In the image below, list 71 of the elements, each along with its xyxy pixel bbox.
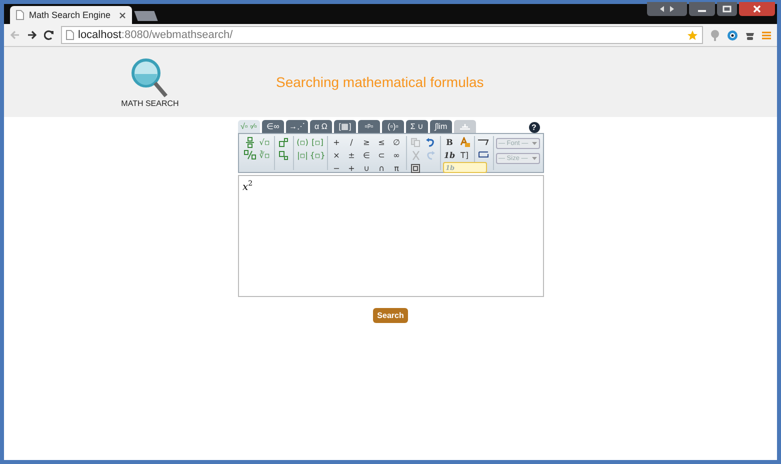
editor-tab[interactable]: ∫lim bbox=[430, 120, 452, 133]
symbol-button[interactable]: √▫ bbox=[258, 136, 272, 148]
reload-icon[interactable] bbox=[44, 30, 54, 40]
page-icon bbox=[66, 30, 74, 40]
redo-icon bbox=[426, 150, 435, 160]
symbol-button[interactable]: × bbox=[330, 149, 344, 161]
formula-text: x$^{2}$ bbox=[242, 182, 253, 194]
minimize-button[interactable] bbox=[689, 2, 715, 16]
framed-box-icon bbox=[411, 164, 420, 172]
undo-icon bbox=[426, 138, 435, 146]
scissors-icon bbox=[412, 150, 420, 160]
close-button[interactable] bbox=[739, 2, 775, 16]
symbol-button[interactable]: ≥ bbox=[360, 136, 374, 148]
layout-icon bbox=[458, 123, 471, 130]
symbol-button[interactable]: + bbox=[344, 162, 358, 174]
symbol-button[interactable]: [▫] bbox=[310, 136, 324, 148]
maximize-icon bbox=[722, 5, 732, 13]
wrap-line-icon bbox=[478, 151, 489, 159]
editor-tab[interactable]: (▫)▫ bbox=[382, 120, 404, 133]
page-title: Searching mathematical formulas bbox=[276, 74, 484, 90]
symbol-button[interactable]: ∛▫ bbox=[258, 149, 272, 161]
arrow-line-icon bbox=[478, 138, 489, 146]
help-button[interactable]: ? bbox=[528, 122, 540, 133]
maximize-button[interactable] bbox=[717, 2, 737, 16]
editor-tab[interactable]: →⋰ bbox=[286, 120, 308, 133]
page-icon bbox=[16, 10, 24, 20]
caret-icon bbox=[532, 142, 536, 145]
symbol-button[interactable]: |▫| bbox=[296, 149, 310, 161]
caret-icon bbox=[532, 157, 536, 160]
address-field[interactable]: localhost:8080/webmathsearch/ bbox=[61, 26, 703, 44]
star-icon[interactable] bbox=[687, 30, 698, 40]
eye-icon[interactable] bbox=[727, 30, 738, 40]
symbol-button[interactable]: (▫) bbox=[296, 136, 310, 148]
symbol-button[interactable]: T] bbox=[458, 149, 472, 161]
fraction-icon bbox=[246, 136, 254, 148]
browser-tab[interactable]: Math Search Engine bbox=[10, 6, 132, 24]
symbol-button[interactable]: + bbox=[330, 136, 344, 148]
symbol-button[interactable]: ⊂ bbox=[374, 149, 388, 161]
symbol-button[interactable]: B bbox=[442, 136, 456, 148]
window-tool-button[interactable] bbox=[647, 2, 687, 16]
symbol-button[interactable]: − bbox=[330, 162, 344, 174]
superscript-icon bbox=[279, 138, 288, 146]
symbol-button[interactable]: ≤ bbox=[374, 136, 388, 148]
editor-tab[interactable]: Σ ∪ bbox=[406, 120, 428, 133]
symbol-button[interactable]: ± bbox=[344, 149, 358, 161]
symbol-button[interactable]: 1b bbox=[442, 149, 456, 161]
symbol-button[interactable]: / bbox=[344, 136, 358, 148]
text-color-icon bbox=[460, 137, 470, 147]
editor-tab[interactable]: α Ω bbox=[310, 120, 332, 133]
url-text: localhost:8080/webmathsearch/ bbox=[78, 29, 233, 41]
editor-tab[interactable]: [▦] bbox=[334, 120, 356, 133]
symbol-button[interactable]: π bbox=[390, 162, 404, 174]
symbol-button[interactable]: ∩ bbox=[374, 162, 388, 174]
editor-tab[interactable]: ∈∞ bbox=[262, 120, 284, 133]
symbol-button[interactable]: ∅ bbox=[390, 136, 404, 148]
logo-text: MATH SEARCH bbox=[121, 98, 179, 108]
subscript-icon bbox=[279, 150, 288, 160]
editor-tab[interactable]: ▫ᵖ▫ bbox=[358, 120, 380, 133]
symbol-button[interactable]: ∪ bbox=[360, 162, 374, 174]
search-button[interactable]: Search bbox=[373, 308, 408, 323]
close-icon bbox=[752, 5, 762, 13]
symbol-button[interactable]: {▫} bbox=[310, 149, 324, 161]
palette-button[interactable] bbox=[408, 162, 422, 174]
slash-fraction-icon bbox=[244, 150, 256, 160]
copy-icon bbox=[411, 138, 420, 146]
formula-input[interactable]: x$^{2}$ bbox=[238, 175, 544, 297]
symbol-button[interactable]: ∞ bbox=[390, 149, 404, 161]
symbol-button[interactable]: ∈ bbox=[360, 149, 374, 161]
forward-icon[interactable] bbox=[27, 30, 37, 40]
close-icon[interactable] bbox=[119, 12, 126, 18]
new-tab-button[interactable] bbox=[134, 11, 158, 21]
